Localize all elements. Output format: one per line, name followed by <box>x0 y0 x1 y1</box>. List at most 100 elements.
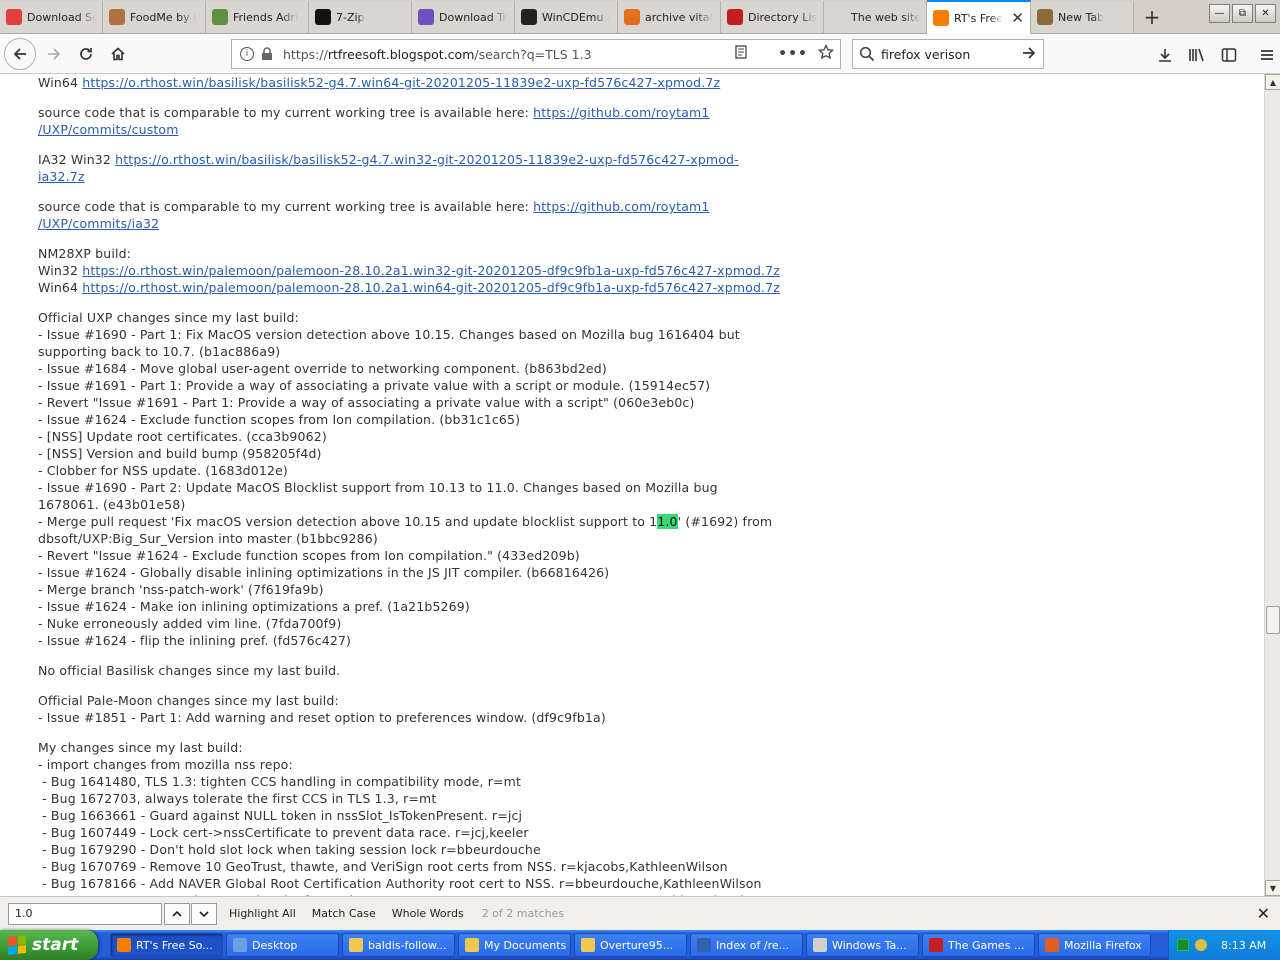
post-link[interactable]: /UXP/commits/custom <box>38 122 179 137</box>
tray-network-icon[interactable] <box>1177 939 1189 951</box>
forward-button[interactable] <box>38 38 70 70</box>
close-window-button[interactable]: ✕ <box>1255 4 1276 23</box>
blogger-icon <box>933 10 949 26</box>
blog-post-body: Win64 https://o.rthost.win/basilisk/basi… <box>38 74 838 896</box>
url-bar[interactable]: i https://rtfreesoft.blogspot.com/search… <box>231 39 841 69</box>
tab-7[interactable]: Directory Lis <box>721 1 824 33</box>
search-bar[interactable] <box>852 39 1044 69</box>
chevron-down-icon <box>199 910 209 917</box>
scrollbar-thumb[interactable] <box>1266 606 1280 634</box>
post-link[interactable]: https://o.rthost.win/basilisk/basilisk52… <box>115 152 739 167</box>
taskbar-app-icon <box>233 938 247 952</box>
back-button[interactable] <box>4 37 36 70</box>
tab-label: Download Sc <box>27 10 96 24</box>
taskbar-item-0[interactable]: RT's Free So... <box>110 933 223 957</box>
post-text: - Issue #1690 - Part 2: Update MacOS Blo… <box>38 480 718 495</box>
post-text: - Bug 1672703, always tolerate the first… <box>38 791 437 806</box>
post-link[interactable]: https://github.com/roytam1 <box>533 105 709 120</box>
tray-security-icon[interactable] <box>1195 939 1207 951</box>
windows-logo-icon <box>8 935 26 955</box>
post-text: - Bug 1663661 - Guard against NULL token… <box>38 808 523 823</box>
taskbar-item-3[interactable]: My Documents <box>458 933 571 957</box>
taskbar-item-2[interactable]: baldis-follow... <box>342 933 455 957</box>
taskbar-app-icon <box>117 938 131 952</box>
tab-9[interactable]: RT's Free ✕ <box>927 0 1031 34</box>
search-go-icon[interactable] <box>1021 45 1037 64</box>
bookmark-star-icon[interactable] <box>817 43 835 64</box>
post-link[interactable]: https://o.rthost.win/basilisk/basilisk52… <box>82 75 720 90</box>
tab-0[interactable]: Download Sc <box>0 1 103 33</box>
tab-4[interactable]: Download Tr <box>412 1 515 33</box>
tab-5[interactable]: WinCDEmu - <box>515 1 618 33</box>
page-actions-icon[interactable]: ••• <box>778 46 808 62</box>
taskbar-item-1[interactable]: Desktop <box>226 933 339 957</box>
scroll-down-button[interactable]: ▼ <box>1265 880 1280 896</box>
vertical-scrollbar[interactable]: ▲ ▼ <box>1264 74 1280 896</box>
post-text: - Merge branch 'nss-patch-work' (7f619fa… <box>38 582 324 597</box>
post-link[interactable]: ia32.7z <box>38 169 85 184</box>
post-link[interactable]: /UXP/commits/ia32 <box>38 216 159 231</box>
post-paragraph: Official UXP changes since my last build… <box>38 309 838 649</box>
post-text: - Bug 1679290 - Don't hold slot lock whe… <box>38 842 541 857</box>
minimize-button[interactable]: — <box>1209 4 1230 23</box>
info-icon[interactable]: i <box>240 47 254 61</box>
reload-button[interactable] <box>70 38 102 70</box>
image-icon <box>212 9 228 25</box>
find-input[interactable] <box>8 902 162 925</box>
highlight-all-toggle[interactable]: Highlight All <box>229 907 296 920</box>
tab-label: RT's Free <box>954 11 1004 25</box>
tab-label: The web site of R <box>851 10 920 24</box>
tab-label: New Tab <box>1058 10 1105 24</box>
reader-view-icon[interactable] <box>734 45 748 63</box>
post-link[interactable]: https://o.rthost.win/palemoon/palemoon-2… <box>82 263 780 278</box>
tab-3[interactable]: 7-Zip <box>309 1 412 33</box>
taskbar-item-label: Windows Ta... <box>832 938 907 952</box>
close-tab-icon[interactable]: ✕ <box>1009 9 1024 27</box>
scroll-up-button[interactable]: ▲ <box>1265 74 1280 90</box>
post-text: ' (#1692) from <box>677 514 773 529</box>
menu-button[interactable] <box>1254 39 1280 71</box>
taskbar-item-7[interactable]: The Games ... <box>922 933 1035 957</box>
whole-words-toggle[interactable]: Whole Words <box>392 907 464 920</box>
taskbar-item-5[interactable]: Index of /re... <box>690 933 803 957</box>
url-text[interactable]: https://rtfreesoft.blogspot.com/search?q… <box>283 47 592 62</box>
taskbar-app-icon <box>581 938 595 952</box>
find-match-highlight: 1.0 <box>657 514 678 529</box>
taskbar-item-6[interactable]: Windows Ta... <box>806 933 919 957</box>
post-text: - Issue #1624 - Globally disable inlinin… <box>38 565 610 580</box>
post-text: - Issue #1624 - Make ion inlining optimi… <box>38 599 470 614</box>
find-previous-button[interactable] <box>164 902 190 925</box>
sidebar-button[interactable] <box>1216 39 1242 71</box>
tab-8[interactable]: The web site of R <box>824 1 927 33</box>
start-button[interactable]: start <box>0 930 98 960</box>
tab-6[interactable]: archive vital <box>618 1 721 33</box>
image-icon <box>109 9 125 25</box>
tab-1[interactable]: FoodMe by I <box>103 1 206 33</box>
restore-button[interactable]: ⧉ <box>1232 4 1253 23</box>
home-button[interactable] <box>102 38 134 70</box>
post-paragraph: NM28XP build: Win32 https://o.rthost.win/… <box>38 245 838 296</box>
new-tab-button[interactable]: + <box>1134 0 1170 33</box>
post-text: source code that is comparable to my cur… <box>38 105 534 120</box>
tab-2[interactable]: Friends Adri <box>206 1 309 33</box>
find-bar-close-button[interactable]: ✕ <box>1257 904 1270 923</box>
taskbar-item-8[interactable]: Mozilla Firefox <box>1038 933 1151 957</box>
taskbar-item-label: Overture95... <box>600 938 674 952</box>
navigation-toolbar: i https://rtfreesoft.blogspot.com/search… <box>0 34 1280 74</box>
post-text: - Revert "Issue #1691 - Part 1: Provide … <box>38 395 695 410</box>
page-content[interactable]: Win64 https://o.rthost.win/basilisk/basi… <box>0 74 1264 896</box>
match-case-toggle[interactable]: Match Case <box>312 907 376 920</box>
post-link[interactable]: https://github.com/roytam1 <box>533 199 709 214</box>
taskbar-item-4[interactable]: Overture95... <box>574 933 687 957</box>
find-next-button[interactable] <box>191 902 217 925</box>
post-text: - [NSS] Version and build bump (958205f4… <box>38 446 322 461</box>
find-status: 2 of 2 matches <box>481 907 565 920</box>
library-button[interactable] <box>1184 39 1210 71</box>
post-link[interactable]: https://o.rthost.win/palemoon/palemoon-2… <box>82 280 780 295</box>
tab-10[interactable]: New Tab <box>1031 1 1134 33</box>
search-input[interactable] <box>881 46 1021 62</box>
downloads-button[interactable] <box>1152 39 1178 71</box>
tab-label: Directory Lis <box>748 10 817 24</box>
pdf-icon <box>6 9 22 25</box>
padlock-icon[interactable] <box>261 47 273 61</box>
